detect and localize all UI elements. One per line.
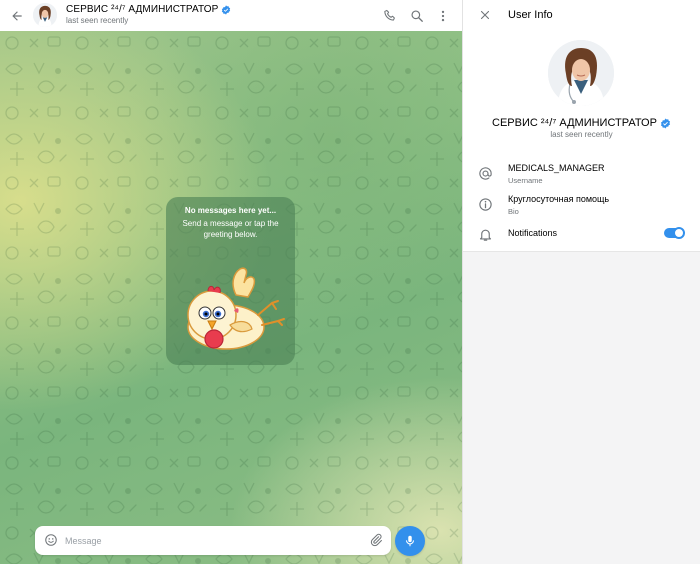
username-label: Username [508, 176, 543, 185]
bio-label: Bio [508, 207, 519, 216]
info-panel-title: User Info [508, 9, 553, 21]
toggle-knob [673, 227, 685, 239]
notifications-toggle[interactable] [664, 227, 685, 239]
profile-status: last seen recently [550, 130, 613, 139]
bell-icon [479, 229, 491, 241]
message-input[interactable] [65, 530, 355, 551]
attach-icon [370, 533, 382, 547]
notifications-icon-wrap [477, 226, 493, 242]
profile-name: СЕРВИС ²⁴/⁷ АДМИНИСТРАТОР [463, 117, 700, 129]
close-icon [480, 10, 490, 20]
info-icon [478, 197, 492, 211]
attach-button[interactable] [367, 531, 385, 549]
user-info-panel: User Info СЕРВИС ²⁴/⁷ АДМИНИСТРАТОР last… [462, 0, 700, 564]
back-arrow-icon [12, 11, 22, 21]
greeting-sticker[interactable] [174, 263, 286, 355]
username-row[interactable]: MEDICALS_MANAGER Username [463, 160, 700, 188]
chat-status: last seen recently [66, 16, 129, 25]
emoji-button[interactable] [42, 531, 60, 549]
phone-icon [384, 9, 395, 21]
search-icon [411, 10, 423, 22]
username-icon-wrap [477, 165, 493, 181]
more-options-button[interactable] [432, 5, 454, 27]
message-composer[interactable] [35, 526, 391, 555]
bio-icon-wrap [477, 196, 493, 212]
username-value: MEDICALS_MANAGER [508, 163, 605, 173]
notifications-row[interactable]: Notifications [463, 226, 700, 242]
profile-name-text: СЕРВИС ²⁴/⁷ АДМИНИСТРАТОР [492, 117, 657, 129]
empty-chat-card: No messages here yet... Send a message o… [166, 197, 295, 365]
back-button[interactable] [6, 5, 28, 27]
notifications-label: Notifications [508, 228, 558, 238]
bio-row[interactable]: Круглосуточная помощь Bio [463, 191, 700, 219]
user-info-card: User Info СЕРВИС ²⁴/⁷ АДМИНИСТРАТОР last… [463, 0, 700, 252]
call-button[interactable] [379, 5, 401, 27]
empty-chat-subtitle: Send a message or tap the greeting below… [182, 219, 279, 239]
empty-chat-title: No messages here yet... [184, 206, 277, 215]
chat-title[interactable]: СЕРВИС ²⁴/⁷ АДМИНИСТРАТОР [66, 4, 231, 15]
bio-value: Круглосуточная помощь [508, 194, 610, 204]
verified-badge-icon [660, 117, 671, 129]
emoji-icon [45, 534, 57, 546]
chat-name: СЕРВИС ²⁴/⁷ АДМИНИСТРАТОР [66, 4, 219, 15]
chat-area: СЕРВИС ²⁴/⁷ АДМИНИСТРАТОР last seen rece… [0, 0, 462, 564]
at-sign-icon [478, 166, 492, 180]
record-voice-button[interactable] [395, 526, 425, 556]
verified-badge-icon [222, 4, 231, 15]
chat-avatar[interactable] [33, 3, 57, 27]
close-info-button[interactable] [475, 5, 495, 25]
microphone-icon [405, 535, 415, 547]
search-button[interactable] [406, 5, 428, 27]
chat-header[interactable]: СЕРВИС ²⁴/⁷ АДМИНИСТРАТОР last seen rece… [0, 0, 462, 31]
profile-avatar[interactable] [548, 40, 614, 106]
more-vertical-icon [441, 10, 445, 22]
